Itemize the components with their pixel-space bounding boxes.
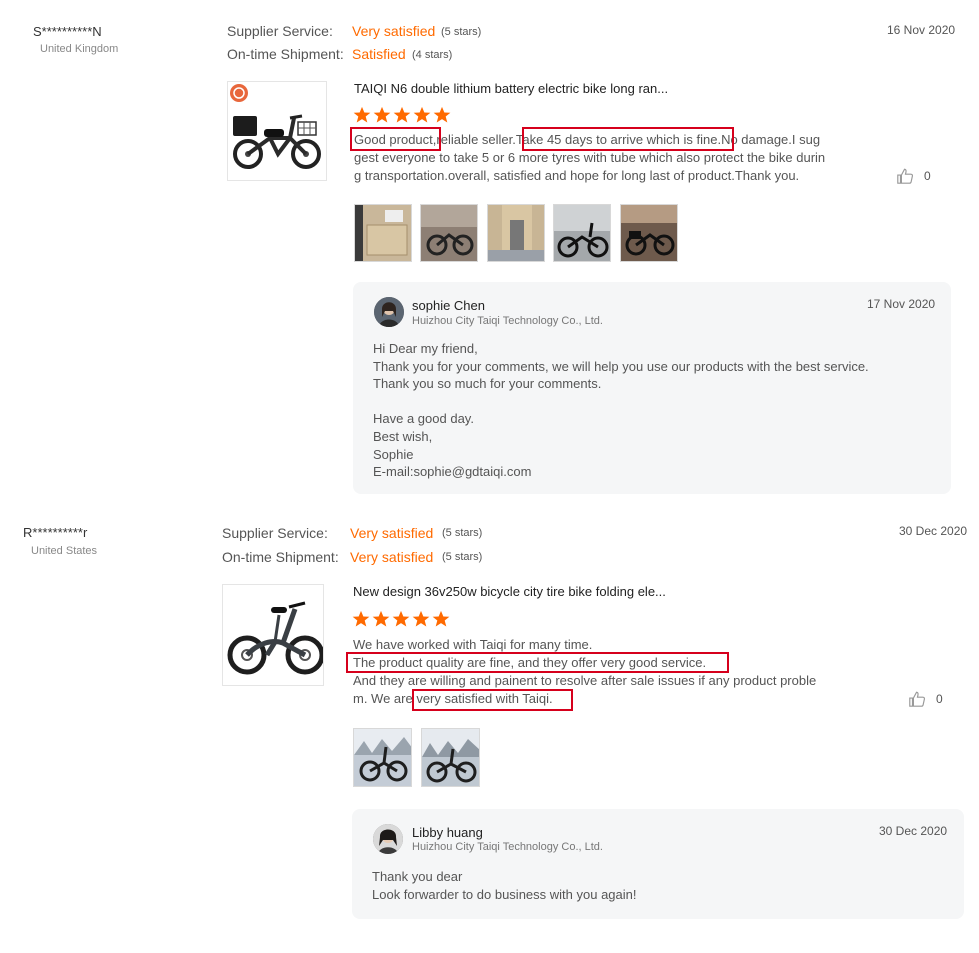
shipment-value: Very satisfied: [350, 549, 434, 565]
reviewer-country: United States: [31, 545, 98, 557]
supplier-reply: Libby huang Huizhou City Taiqi Technolog…: [352, 809, 964, 919]
folding-bike-image: [227, 601, 323, 675]
like-count: 0: [936, 692, 943, 706]
like-button[interactable]: 0: [908, 690, 943, 708]
review-text-line: We have worked with Taiqi for many time.: [353, 637, 593, 652]
review-date: 30 Dec 2020: [899, 524, 968, 538]
photo-image: [422, 729, 479, 786]
star-icon: [432, 610, 450, 627]
avatar-image: [373, 824, 403, 854]
product-thumbnail[interactable]: [222, 584, 324, 686]
review-text-line: And they are willing and painent to reso…: [353, 673, 817, 688]
review-photo[interactable]: [421, 728, 480, 787]
star-icon: [412, 610, 430, 627]
rating-stars: [352, 610, 450, 628]
review-text-line: The product quality are fine, and they o…: [353, 655, 707, 670]
review-photo[interactable]: [353, 728, 412, 787]
reply-date: 30 Dec 2020: [879, 824, 948, 838]
supplier-service-value: Very satisfied: [350, 525, 434, 541]
review-text: We have worked with Taiqi for many time.…: [353, 636, 816, 708]
thumbs-up-icon: [909, 691, 926, 707]
supplier-service-stars: (5 stars): [442, 527, 483, 539]
reply-text: Thank you dear Look forwarder to do busi…: [372, 868, 637, 903]
supplier-service-label: Supplier Service:: [222, 525, 328, 541]
star-icon: [372, 610, 390, 627]
shipment-stars: (5 stars): [442, 551, 483, 563]
star-icon: [352, 610, 370, 627]
reviewer-name: R**********r: [23, 525, 88, 540]
shipment-label: On-time Shipment:: [222, 549, 339, 565]
review-text-line: m. We are very satisfied with Taiqi.: [353, 691, 553, 706]
star-icon: [392, 610, 410, 627]
replier-avatar: [373, 824, 403, 854]
photo-image: [354, 729, 411, 786]
product-title[interactable]: New design 36v250w bicycle city tire bik…: [353, 584, 666, 599]
review-2: R**********r United States Supplier Serv…: [0, 0, 979, 953]
replier-name: Libby huang: [412, 825, 483, 840]
replier-company: Huizhou City Taiqi Technology Co., Ltd.: [412, 841, 603, 853]
reply-text-line: Look forwarder to do business with you a…: [372, 886, 637, 902]
reply-text-line: Thank you dear: [372, 869, 463, 884]
